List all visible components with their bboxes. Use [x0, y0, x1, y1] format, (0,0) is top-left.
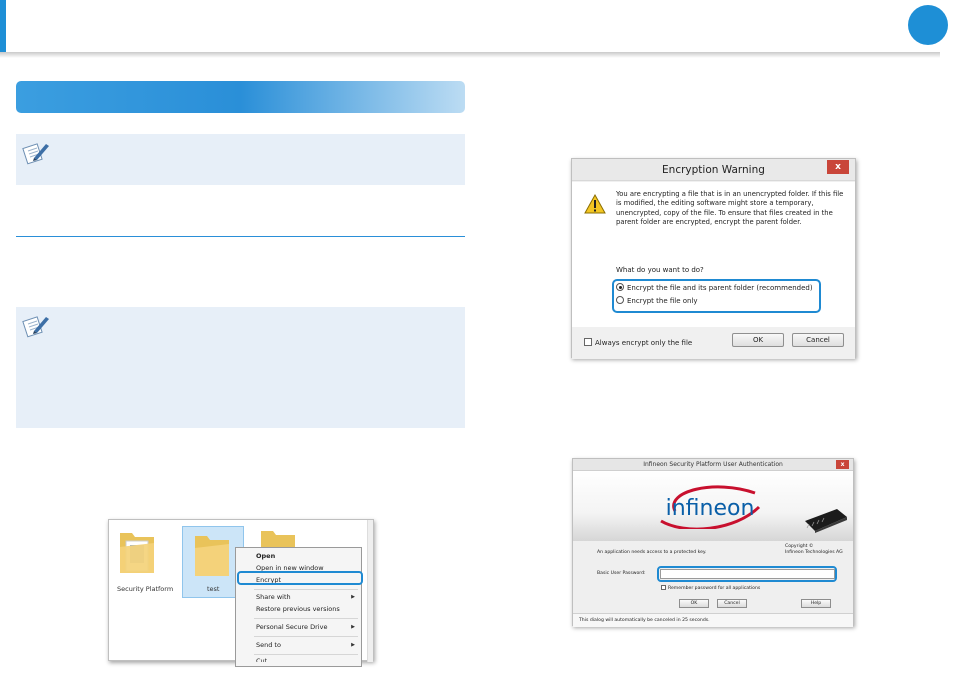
infineon-auth-dialog: Infineon Security Platform User Authenti… [572, 458, 854, 627]
remember-checkbox[interactable]: Remember password for all applications [661, 585, 760, 591]
menu-item-personal-secure-drive[interactable]: Personal Secure Drive [256, 623, 327, 631]
header-rule [0, 52, 940, 58]
note-box [16, 134, 465, 185]
folder-label[interactable]: test [207, 585, 219, 593]
menu-separator [254, 589, 358, 590]
infineon-logo: infineon [660, 485, 761, 529]
folder-icon[interactable] [259, 527, 297, 549]
menu-item-send-to[interactable]: Send to [256, 641, 281, 649]
folder-icon[interactable] [118, 527, 156, 575]
help-button[interactable]: Help [801, 599, 831, 608]
password-label: Basic User Password: [597, 571, 646, 576]
folder-label[interactable]: Security Platform [117, 585, 173, 593]
menu-separator [254, 654, 358, 655]
always-encrypt-checkbox[interactable]: Always encrypt only the file [584, 338, 692, 347]
cancel-button[interactable]: Cancel [717, 599, 747, 608]
checkbox-icon[interactable] [584, 338, 592, 346]
password-highlight-outline [657, 566, 837, 582]
page-number-badge [908, 5, 948, 45]
ok-button[interactable]: OK [732, 333, 784, 347]
chip-image [805, 509, 847, 533]
warning-message: You are encrypting a file that is in an … [616, 190, 844, 227]
submenu-arrow-icon: ▶ [351, 594, 355, 600]
header-accent-bar [0, 0, 6, 52]
checkbox-icon[interactable] [661, 585, 666, 590]
scrollbar[interactable] [367, 520, 373, 662]
menu-item-open[interactable]: Open [256, 552, 275, 560]
infineon-banner: infineon [573, 471, 853, 541]
note-pencil-icon [22, 316, 49, 338]
explorer-screenshot: Security Platform test Open Open in new … [108, 519, 374, 667]
close-button[interactable]: x [827, 160, 849, 174]
options-highlight-outline [612, 279, 821, 313]
warning-icon [584, 194, 606, 214]
menu-separator [254, 618, 358, 619]
menu-item-share-with[interactable]: Share with [256, 593, 291, 601]
submenu-arrow-icon: ▶ [351, 642, 355, 648]
copyright-line: Copyright © [785, 544, 814, 549]
submenu-arrow-icon: ▶ [351, 624, 355, 630]
dialog-footer: Always encrypt only the file OK Cancel [572, 327, 855, 359]
menu-separator [254, 636, 358, 637]
access-message: An application needs access to a protect… [597, 550, 707, 555]
encrypt-highlight-outline [237, 571, 363, 585]
ok-button[interactable]: OK [679, 599, 709, 608]
section-heading-bar [16, 81, 465, 113]
menu-item-cut[interactable]: Cut [256, 657, 267, 662]
question-text: What do you want to do? [616, 266, 704, 274]
status-bar: This dialog will automatically be cancel… [573, 613, 853, 627]
folder-icon[interactable] [193, 530, 231, 578]
menu-item-restore-versions[interactable]: Restore previous versions [256, 605, 340, 613]
status-text: This dialog will automatically be cancel… [579, 618, 710, 623]
note-box [16, 307, 465, 428]
dialog-title: Encryption Warning [572, 159, 855, 181]
checkbox-label: Always encrypt only the file [595, 339, 693, 347]
dialog-title: Infineon Security Platform User Authenti… [573, 459, 853, 471]
cancel-button[interactable]: Cancel [792, 333, 844, 347]
copyright-line: Infineon Technologies AG [785, 550, 843, 555]
note-pencil-icon [22, 143, 49, 165]
svg-text:infineon: infineon [666, 496, 755, 521]
checkbox-label: Remember password for all applications [668, 586, 761, 591]
encryption-warning-dialog: Encryption Warning x You are encrypting … [571, 158, 856, 359]
context-menu: Open Open in new window Encrypt Share wi… [235, 547, 362, 667]
section-divider [16, 236, 465, 237]
close-button[interactable]: x [836, 460, 849, 469]
